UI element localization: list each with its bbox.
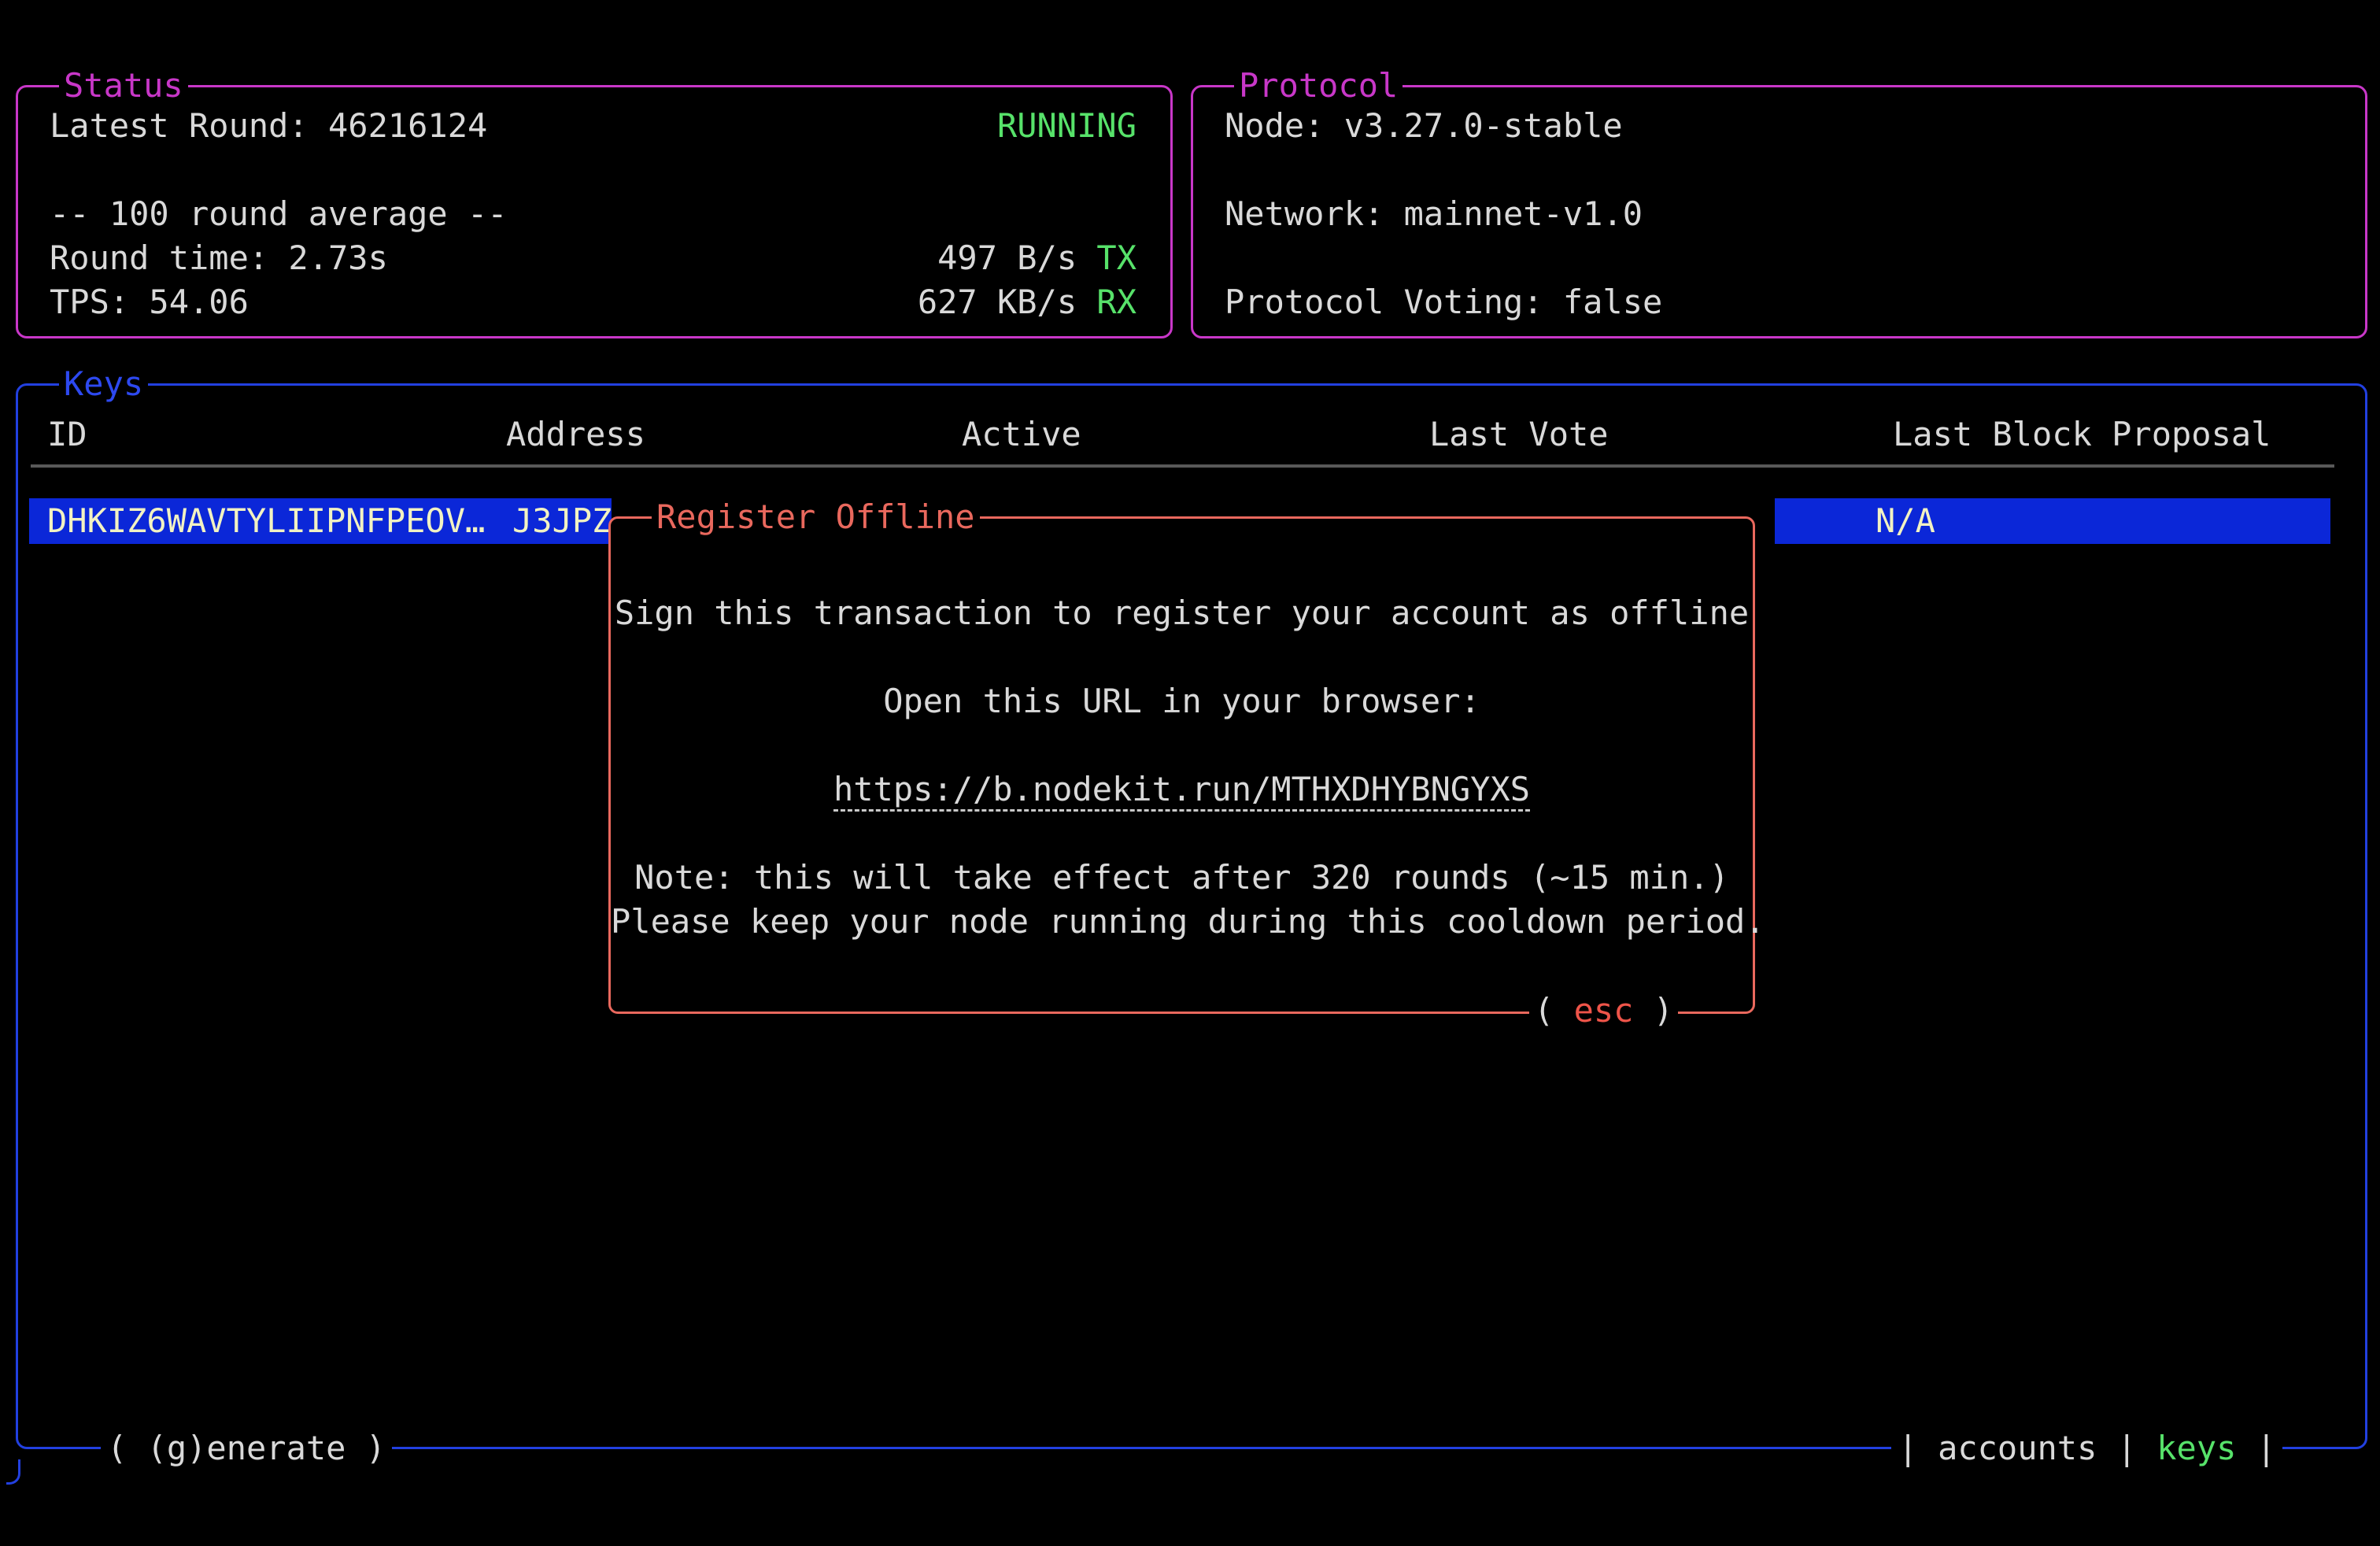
view-tab-bar: | accounts | keys | — [1891, 1426, 2282, 1470]
modal-note-line2: Please keep your node running during thi… — [611, 900, 1753, 944]
tab-accounts[interactable]: accounts — [1938, 1429, 2097, 1467]
nodekit-terminal: Status Latest Round: 46216124 RUNNING --… — [0, 0, 2380, 1546]
tab-keys[interactable]: keys — [2156, 1429, 2236, 1467]
generate-button[interactable]: ( (g)enerate ) — [101, 1426, 392, 1470]
row-address-cell: J3JPZ — [512, 499, 612, 543]
table-row-selected-right[interactable]: N/A — [1775, 498, 2330, 544]
table-row-selected-left[interactable]: DHKIZ6WAVTYLIIPNFPEOV… J3JPZ — [29, 498, 612, 544]
tab-separator: | — [2256, 1429, 2276, 1467]
modal-title: Register Offline — [652, 495, 980, 539]
modal-url-line: https://b.nodekit.run/MTHXDHYBNGYXS — [611, 767, 1753, 812]
status-panel-title: Status — [59, 64, 188, 108]
round-average-header: -- 100 round average -- — [50, 192, 508, 236]
modal-dismiss[interactable]: ( esc ) — [1529, 989, 1678, 1033]
round-time-value: Round time: 2.73s — [50, 236, 388, 280]
tx-label: TX — [1096, 239, 1136, 277]
row-last-block-proposal-cell: N/A — [1876, 499, 1935, 543]
esc-key-label: esc — [1574, 991, 1634, 1030]
network-name: Network: mainnet-v1.0 — [1225, 192, 1643, 236]
status-badge: RUNNING — [997, 104, 1136, 148]
modal-url-prompt: Open this URL in your browser: — [611, 679, 1753, 723]
protocol-panel: Protocol Node: v3.27.0-stable Network: m… — [1191, 85, 2367, 338]
column-header-address: Address — [506, 412, 645, 457]
row-id-cell: DHKIZ6WAVTYLIIPNFPEOV… — [47, 499, 485, 543]
column-header-active: Active — [962, 412, 1081, 457]
status-panel: Status Latest Round: 46216124 RUNNING --… — [16, 85, 1173, 338]
border-corner-artifact — [6, 1459, 20, 1485]
protocol-panel-title: Protocol — [1234, 64, 1402, 108]
tps-value: TPS: 54.06 — [50, 280, 249, 324]
dismiss-paren-open: ( — [1534, 991, 1574, 1030]
rx-rate: 627 KB/s RX — [918, 280, 1136, 324]
protocol-voting: Protocol Voting: false — [1225, 280, 1662, 324]
table-header-divider — [31, 464, 2334, 468]
node-version: Node: v3.27.0-stable — [1225, 104, 1623, 148]
signing-url-link[interactable]: https://b.nodekit.run/MTHXDHYBNGYXS — [833, 770, 1530, 812]
tx-rate: 497 B/s TX — [937, 236, 1136, 280]
column-header-last-block-proposal: Last Block Proposal — [1893, 412, 2271, 457]
rx-label: RX — [1096, 283, 1136, 321]
latest-round-value: Latest Round: 46216124 — [50, 104, 487, 148]
modal-note-line1: Note: this will take effect after 320 ro… — [611, 856, 1753, 900]
dismiss-paren-close: ) — [1633, 991, 1673, 1030]
rx-rate-value: 627 KB/s — [918, 283, 1097, 321]
tab-separator: | — [2117, 1429, 2137, 1467]
tx-rate-value: 497 B/s — [937, 239, 1096, 277]
keys-panel-title: Keys — [59, 362, 148, 406]
tab-separator: | — [1898, 1429, 1917, 1467]
column-header-last-vote: Last Vote — [1429, 412, 1609, 457]
register-offline-modal: Register Offline Sign this transaction t… — [608, 516, 1755, 1014]
modal-instruction: Sign this transaction to register your a… — [611, 591, 1753, 635]
column-header-id: ID — [47, 412, 87, 457]
